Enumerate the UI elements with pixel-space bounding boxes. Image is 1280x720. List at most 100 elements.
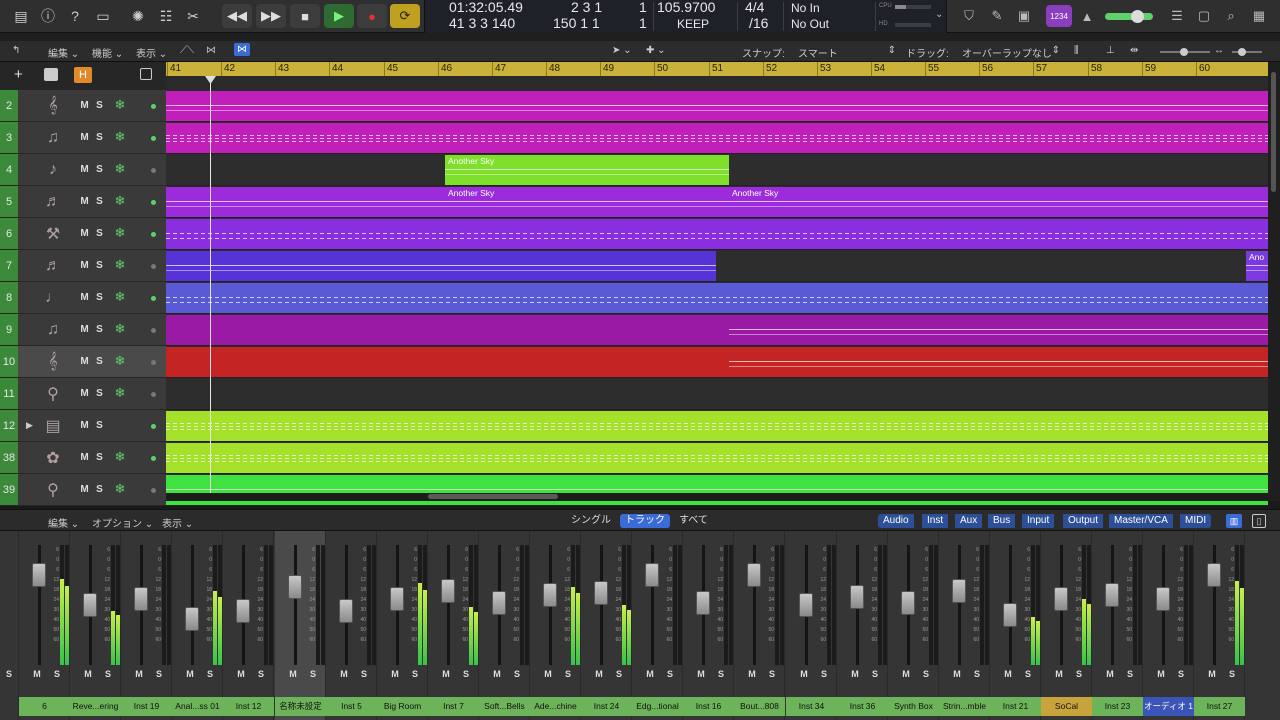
notepad-icon[interactable]: ▣ xyxy=(1013,5,1035,27)
add-track-icon[interactable]: + xyxy=(14,66,23,83)
cycle-button[interactable]: ⟳ xyxy=(390,4,420,28)
freeze-icon[interactable]: ❄ xyxy=(113,321,127,336)
channel-name[interactable]: Inst 34 xyxy=(786,697,837,716)
track-header[interactable]: 4 ♪ M S ❄ xyxy=(0,154,166,186)
chevron-down-icon[interactable]: ⌄ xyxy=(935,9,943,20)
solo-button[interactable]: S xyxy=(255,669,267,679)
solo-button[interactable]: S xyxy=(93,163,106,176)
midi-region[interactable]: Another Sky xyxy=(445,187,729,217)
channel-name[interactable]: Bout...808 xyxy=(734,697,785,716)
division[interactable]: /16 xyxy=(749,15,768,31)
freeze-icon[interactable]: ❄ xyxy=(113,129,127,144)
solo-button[interactable]: S xyxy=(102,669,114,679)
channel-strip[interactable]: 6 0 6 12 18 24 30 40 50 60 M S Inst 16 xyxy=(683,531,734,720)
mute-button[interactable]: M xyxy=(798,669,810,679)
mute-button[interactable]: M xyxy=(491,669,503,679)
mute-button[interactable]: M xyxy=(338,669,350,679)
channel-name[interactable]: SoCal xyxy=(1041,697,1092,716)
channel-name[interactable]: Inst 27 xyxy=(1194,697,1245,716)
channel-name[interactable]: Inst 5 xyxy=(326,697,377,716)
time-signature[interactable]: 4/4 xyxy=(745,0,764,15)
solo-button[interactable]: S xyxy=(93,195,106,208)
horizontal-zoom-slider[interactable] xyxy=(1232,48,1262,56)
midi-region[interactable]: Ano xyxy=(1246,251,1268,281)
channel-name[interactable]: オーディオ 1 xyxy=(1143,697,1194,716)
solo-button[interactable]: S xyxy=(511,669,523,679)
solo-button[interactable]: S xyxy=(664,669,676,679)
volume-fader[interactable] xyxy=(288,575,302,599)
channel-strip[interactable]: 6 0 6 12 18 24 30 40 50 60 M S Inst 34 xyxy=(786,531,837,720)
channel-name[interactable]: Ade...chine xyxy=(530,697,581,716)
track-header[interactable]: 11 ⚲ M S ❄ xyxy=(0,378,166,410)
mute-button[interactable]: M xyxy=(746,669,758,679)
track-header[interactable]: 39 ⚲ M S ❄ xyxy=(0,474,166,506)
tempo-display[interactable]: 105.9700 xyxy=(657,0,715,15)
midi-region[interactable] xyxy=(166,187,445,217)
fast-forward-button[interactable]: ▶▶ xyxy=(256,4,286,28)
list-editor-icon[interactable]: ⛉ xyxy=(958,5,980,27)
mute-button[interactable]: M xyxy=(78,163,91,176)
channel-name[interactable]: Inst 23 xyxy=(1092,697,1143,716)
mute-button[interactable]: M xyxy=(440,669,452,679)
volume-fader[interactable] xyxy=(1105,583,1119,607)
mute-button[interactable]: M xyxy=(31,669,43,679)
waveform-zoom-icon[interactable]: ⫼ xyxy=(1074,45,1079,56)
midi-region[interactable] xyxy=(166,443,1268,473)
mode-single[interactable]: シングル xyxy=(566,514,616,528)
filter-input[interactable]: Input xyxy=(1022,514,1055,528)
volume-fader[interactable] xyxy=(83,593,97,617)
volume-fader[interactable] xyxy=(594,581,608,605)
channel-strip[interactable]: 6 0 6 12 18 24 30 40 50 60 M S Synth Box xyxy=(888,531,939,720)
midi-region[interactable] xyxy=(166,91,1268,121)
mixer-options-menu[interactable]: オプション ⌄ xyxy=(92,515,153,530)
solo-button[interactable]: S xyxy=(715,669,727,679)
solo-button[interactable]: S xyxy=(93,291,106,304)
track-header[interactable]: 2 𝄞 M S ❄ xyxy=(0,90,166,122)
duplicate-track-icon[interactable] xyxy=(44,68,58,81)
channel-strip[interactable]: 6 0 6 12 18 24 30 40 50 60 M S Reve...ering xyxy=(70,531,121,720)
solo-button[interactable]: S xyxy=(613,669,625,679)
volume-fader[interactable] xyxy=(1054,587,1068,611)
freeze-icon[interactable]: ❄ xyxy=(113,97,127,112)
mode-tracks[interactable]: トラック xyxy=(620,514,670,528)
solo-button[interactable]: S xyxy=(93,387,106,400)
track-header[interactable]: 5 ♬ M S ❄ xyxy=(0,186,166,218)
channel-name[interactable]: Inst 7 xyxy=(428,697,479,716)
volume-fader[interactable] xyxy=(390,587,404,611)
solo-button[interactable]: S xyxy=(460,669,472,679)
mute-button[interactable]: M xyxy=(644,669,656,679)
channel-strip[interactable]: 6 0 6 12 18 24 30 40 50 60 M S Inst 19 xyxy=(121,531,172,720)
mute-button[interactable]: M xyxy=(82,669,94,679)
mute-button[interactable]: M xyxy=(78,323,91,336)
channel-name[interactable]: Reve...ering xyxy=(70,697,121,716)
channel-strip[interactable]: 6 0 6 12 18 24 30 40 50 60 M S SoCal xyxy=(1041,531,1092,720)
library-icon[interactable]: ▤ xyxy=(10,5,32,27)
mute-button[interactable]: M xyxy=(78,99,91,112)
freeze-icon[interactable]: ❄ xyxy=(113,257,127,272)
freeze-icon[interactable]: ❄ xyxy=(113,225,127,240)
vertical-zoom-icon[interactable]: ⊥ xyxy=(1106,45,1115,56)
search-icon[interactable]: ⌕ xyxy=(1220,5,1242,27)
mute-button[interactable]: M xyxy=(389,669,401,679)
channel-strip[interactable]: 6 0 6 12 18 24 30 40 50 60 M S Big Room xyxy=(377,531,428,720)
edit-menu[interactable]: 編集 ⌄ xyxy=(48,45,79,60)
snap-select[interactable]: スマート ⇕ xyxy=(798,45,896,60)
channel-strip[interactable]: 6 0 6 12 18 24 30 40 50 60 M S Ade...chine xyxy=(530,531,581,720)
solo-button[interactable]: S xyxy=(93,259,106,272)
solo-button[interactable]: S xyxy=(562,669,574,679)
track-header[interactable]: 12 ▶ ▤ M S xyxy=(0,410,166,442)
automation-icon[interactable]: ⟋⟍ xyxy=(180,45,194,56)
mute-button[interactable]: M xyxy=(1104,669,1116,679)
pointer-tool-icon[interactable]: ➤ ⌄ xyxy=(612,45,632,56)
solo-button[interactable]: S xyxy=(93,355,106,368)
solo-button[interactable]: S xyxy=(93,323,106,336)
mute-button[interactable]: M xyxy=(1002,669,1014,679)
note-icon[interactable]: ▢ xyxy=(1193,5,1215,27)
channel-name[interactable]: Inst 21 xyxy=(990,697,1041,716)
track-lane[interactable] xyxy=(166,410,1268,442)
disclosure-icon[interactable]: ▶ xyxy=(26,420,33,431)
track-lane[interactable] xyxy=(166,314,1268,346)
channel-strip[interactable]: 6 0 6 12 18 24 30 40 50 60 M S Inst 7 xyxy=(428,531,479,720)
volume-fader[interactable] xyxy=(236,599,250,623)
channel-name[interactable]: Inst 36 xyxy=(837,697,888,716)
